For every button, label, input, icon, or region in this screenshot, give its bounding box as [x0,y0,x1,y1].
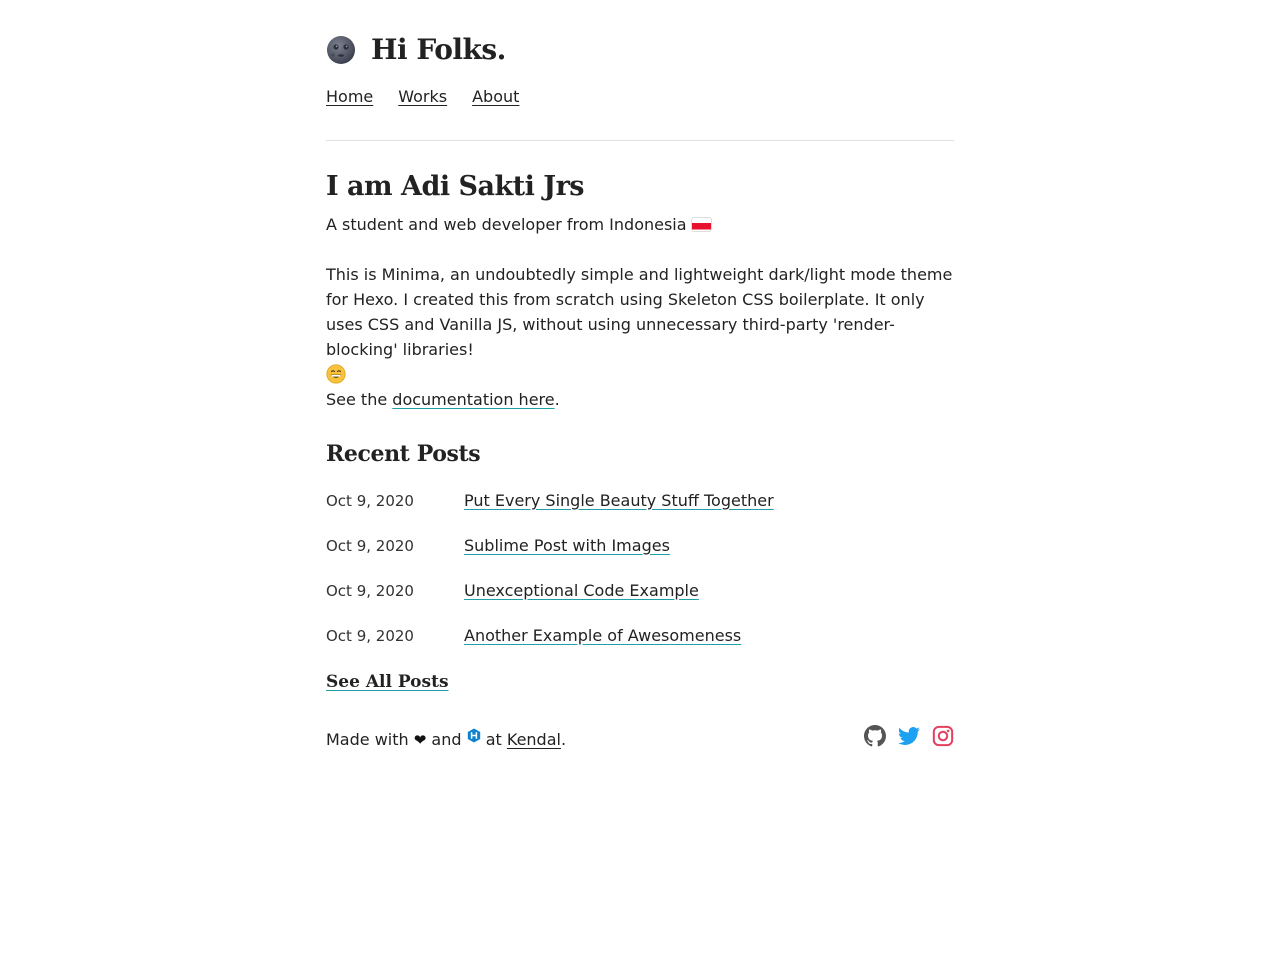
page-container: Hi Folks. Home Works About I am Adi Sakt… [326,0,954,749]
social-links [852,725,954,747]
heart-icon: ❤ [413,731,427,749]
made-with-text: Made with [326,730,409,749]
nav-works-link[interactable]: Works [398,86,447,108]
moon-emoji-icon [326,35,356,65]
nav-home-link[interactable]: Home [326,86,373,108]
post-date: Oct 9, 2020 [326,581,414,600]
post-title-link[interactable]: Unexceptional Code Example [464,580,699,602]
post-date: Oct 9, 2020 [326,626,414,645]
post-title-link[interactable]: Another Example of Awesomeness [464,625,741,647]
and-text: and [431,730,462,749]
documentation-line: See the documentation here. [326,387,954,412]
twitter-icon[interactable] [898,725,920,747]
site-header: Hi Folks. Home Works About [326,0,954,141]
footer-period: . [560,730,567,749]
doc-suffix: . [554,390,560,409]
post-title-link[interactable]: Put Every Single Beauty Stuff Together [464,490,774,512]
site-footer: Made with ❤ and at Kendal. [326,724,954,752]
site-title[interactable]: Hi Folks. [371,33,506,67]
nav-about-link[interactable]: About [472,86,519,108]
post-title-link[interactable]: Sublime Post with Images [464,535,670,557]
hexo-logo-icon [467,726,481,743]
post-date: Oct 9, 2020 [326,491,414,510]
footer-credit: Made with ❤ and at Kendal. [326,726,566,752]
post-item: Oct 9, 2020 Another Example of Awesomene… [326,623,954,668]
see-all-posts-link[interactable]: See All Posts [326,669,449,695]
documentation-link[interactable]: documentation here [392,390,554,409]
instagram-icon[interactable] [932,725,954,747]
intro-subtitle-text: A student and web developer from Indones… [326,215,687,234]
post-date: Oct 9, 2020 [326,536,414,555]
grinning-face-icon [326,364,346,384]
recent-posts-list: Oct 9, 2020 Put Every Single Beauty Stuf… [326,488,954,668]
intro-description: This is Minima, an undoubtedly simple an… [326,262,954,387]
intro-subtitle: A student and web developer from Indones… [326,212,954,237]
github-icon[interactable] [864,725,886,747]
doc-prefix: See the [326,390,393,409]
recent-posts-heading: Recent Posts [326,441,481,467]
brand[interactable]: Hi Folks. [326,33,506,67]
location-link[interactable]: Kendal [507,730,561,749]
indonesia-flag-icon [691,218,711,231]
post-item: Oct 9, 2020 Put Every Single Beauty Stuf… [326,488,954,533]
intro-description-text: This is Minima, an undoubtedly simple an… [326,265,953,359]
post-item: Oct 9, 2020 Sublime Post with Images [326,533,954,578]
main-nav: Home Works About [326,86,544,108]
at-text: at [485,730,502,749]
post-item: Oct 9, 2020 Unexceptional Code Example [326,578,954,623]
intro-heading: I am Adi Sakti Jrs [326,171,585,202]
